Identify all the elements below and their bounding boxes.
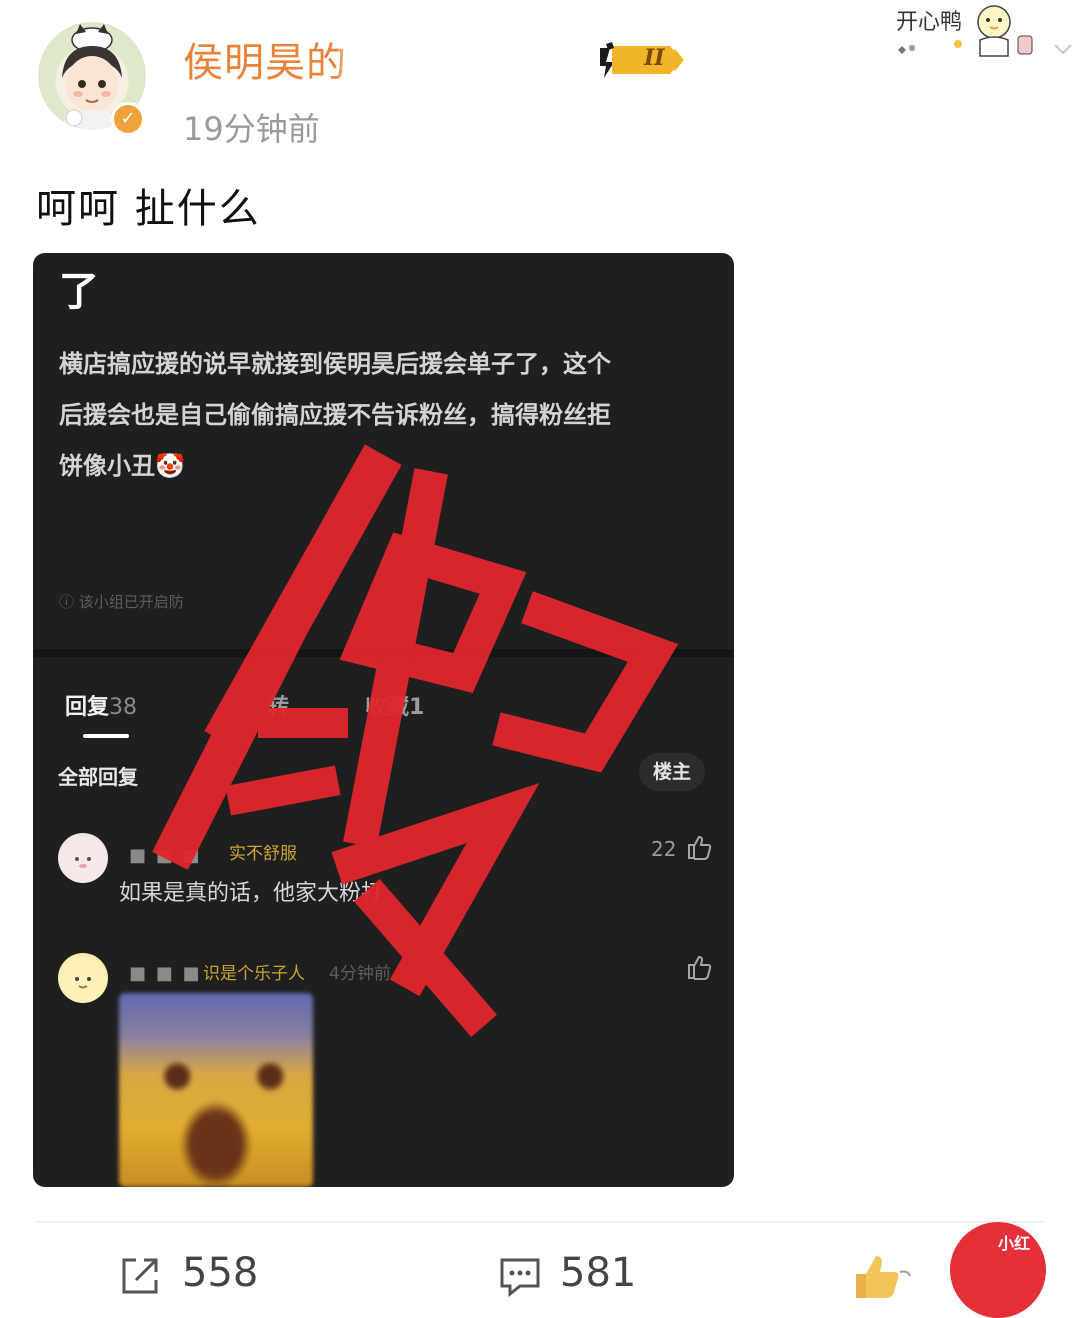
comment-count: 581 [560,1250,637,1296]
repost-count: 558 [182,1250,259,1296]
rank-badge-icon[interactable]: II [598,40,690,80]
tab-favorites-label: 收藏 [365,695,410,720]
tab-repost[interactable]: 转 [267,689,289,721]
verified-badge-icon: ✓ [111,102,145,136]
embedded-top-fragment: 了 [59,269,99,315]
mini-app-label: 小红 [998,1234,1031,1253]
rank-badge-label: II [644,45,665,71]
embedded-body-line: 横店搞应援的说早就接到侯明昊后援会单子了，这个 [59,350,611,378]
tab-repost-label: 转 [267,695,290,720]
thumbs-up-icon [856,1256,911,1298]
post-timestamp: 19分钟前 [183,110,320,148]
comment-icon [500,1258,540,1298]
embedded-screenshot[interactable]: 了 横店搞应援的说早就接到侯明昊后援会单子了，这个 后援会也是自己偷偷搞应援不告… [33,253,734,1187]
embedded-body-line: 后援会也是自己偷偷搞应援不告诉粉丝，搞得粉丝拒 [59,401,611,429]
comment-text: 如果是真的话，他家大粉打 [119,881,384,906]
username[interactable]: 侯明昊的 [183,30,347,88]
comment-username-mask: ■ ■ ■ [129,963,202,984]
tab-replies[interactable]: 回复38 [65,689,137,721]
name-redaction [338,38,598,82]
comment-time: 4分钟前 [329,964,391,984]
thumbs-up-icon[interactable] [685,953,713,985]
comment-like-count: 22 [651,837,677,861]
embedded-hint: ⓘ 该小组已开启防 [59,593,184,611]
comment-user-tag: 实不舒服 [229,844,297,864]
post-text: 呵呵 扯什么 [36,186,261,232]
tab-replies-label: 回复 [65,695,110,720]
sticker-caption: 开心鸭 [896,10,963,35]
embedded-divider [33,649,734,657]
tab-favorites-count: 1 [409,695,425,720]
embedded-body-text: 横店搞应援的说早就接到侯明昊后援会单子了，这个 后援会也是自己偷偷搞应援不告诉粉… [59,339,611,492]
chevron-down-icon[interactable] [1052,38,1074,60]
all-replies-label[interactable]: 全部回复 [58,761,138,790]
share-icon [122,1258,158,1294]
tab-replies-count: 38 [109,695,138,720]
action-bar-divider [36,1221,1044,1223]
like-button[interactable] [852,1252,912,1306]
comment-meme-image[interactable] [119,993,313,1187]
comment-user-tag: 识是个乐子人 [203,964,305,984]
comment-time: 分钟前 [355,844,406,864]
embedded-body-line: 饼像小丑🤡 [59,452,185,480]
comment-username-mask: ■ ■ ■ [129,845,202,866]
comment-avatar[interactable] [58,833,108,883]
thumbs-up-icon[interactable] [685,833,713,865]
tab-favorites[interactable]: 收藏1 [365,689,424,721]
comment-avatar[interactable] [58,953,108,1003]
tab-active-indicator [83,734,129,738]
op-filter-button[interactable]: 楼主 [639,753,705,791]
